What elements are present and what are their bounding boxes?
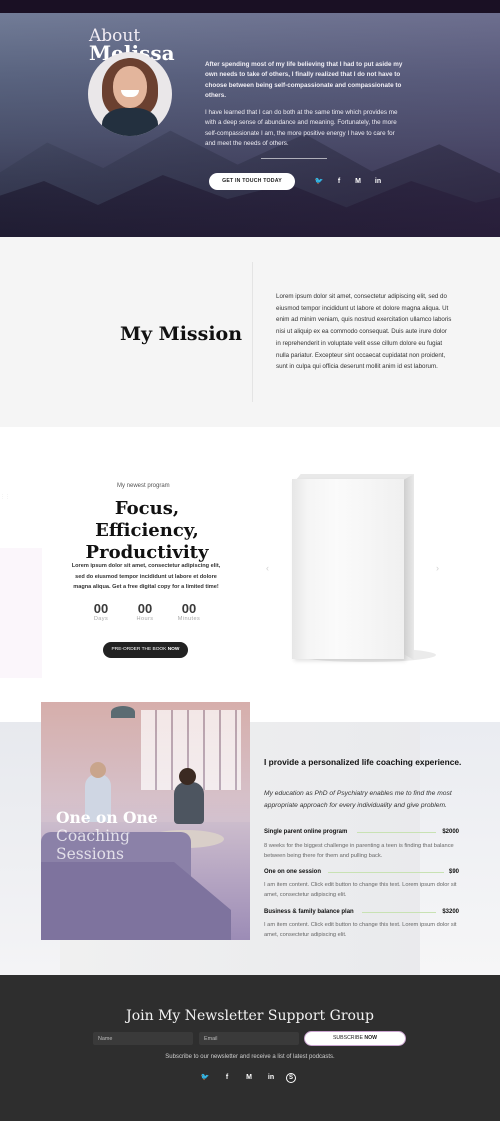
mission-divider xyxy=(252,262,253,402)
countdown-minutes-value: 00 xyxy=(181,601,197,616)
countdown-hours-label: Hours xyxy=(136,616,154,622)
countdown-days-label: Days xyxy=(93,616,109,622)
facebook-icon[interactable]: f xyxy=(220,1073,234,1083)
linkedin-icon[interactable]: in xyxy=(372,177,384,187)
service-leader-line xyxy=(362,912,436,913)
service-description: I am item content. Click edit button to … xyxy=(264,922,457,938)
newsletter-email-input[interactable] xyxy=(199,1032,299,1045)
hero-divider xyxy=(261,158,327,159)
newsletter-title: Join My Newsletter Support Group xyxy=(126,1008,374,1024)
service-price: $2000 xyxy=(442,829,459,835)
linkedin-icon[interactable]: in xyxy=(264,1073,278,1083)
countdown-minutes-label: Minutes xyxy=(177,616,201,622)
service-name: One on one session xyxy=(264,869,322,875)
twitter-icon[interactable]: 🐦 xyxy=(313,177,325,187)
service-leader-line xyxy=(357,832,436,833)
service-price: $90 xyxy=(448,869,459,875)
preorder-button-emphasis: NOW xyxy=(167,647,180,652)
newsletter-section xyxy=(0,975,500,1121)
photo-person-1-head xyxy=(90,762,106,778)
coaching-heading: I provide a personalized life coaching e… xyxy=(264,757,462,767)
subscribe-button-emphasis: NOW xyxy=(364,1035,378,1041)
newsletter-note: Subscribe to our newsletter and receive … xyxy=(165,1054,335,1060)
preorder-button-label: PRE-ORDER THE BOOK xyxy=(111,647,167,652)
countdown-days-value: 00 xyxy=(93,601,109,616)
book-eyebrow: My newest program xyxy=(117,483,170,489)
slider-prev-arrow-icon[interactable]: ‹ xyxy=(266,563,269,573)
dots-decoration: ⋮⋮ xyxy=(0,494,10,500)
top-bar xyxy=(0,0,500,13)
avatar-face xyxy=(113,66,147,108)
hero-paragraph-1: After spending most of my life believing… xyxy=(205,61,403,100)
book-title: Focus, Efficiency, Productivity xyxy=(85,498,209,563)
book-description: Lorem ipsum dolor sit amet, consectetur … xyxy=(71,563,221,590)
get-in-touch-button[interactable]: GET IN TOUCH TODAY xyxy=(209,173,295,190)
coaching-intro: My education as PhD of Psychiatry enable… xyxy=(264,790,452,809)
photo-sofa-seat xyxy=(41,862,231,940)
countdown-hours-value: 00 xyxy=(137,601,153,616)
coaching-title-bold: One on One xyxy=(56,808,158,827)
subscribe-button-label: SUBSCRIBE xyxy=(332,1035,363,1041)
avatar-body xyxy=(102,108,158,136)
skype-icon[interactable]: S xyxy=(286,1073,296,1083)
service-price: $3200 xyxy=(442,909,459,915)
service-name: Single parent online program xyxy=(264,829,348,835)
facebook-icon[interactable]: f xyxy=(333,177,345,187)
mission-title: My Mission xyxy=(120,323,243,345)
decorative-panel xyxy=(0,548,42,678)
book-spine xyxy=(404,474,414,660)
book-cover-image xyxy=(292,479,404,659)
medium-icon[interactable]: M xyxy=(242,1073,256,1083)
newsletter-name-input[interactable] xyxy=(93,1032,193,1045)
photo-person-2-head xyxy=(179,768,196,785)
service-name: Business & family balance plan xyxy=(264,909,354,915)
slider-next-arrow-icon[interactable]: › xyxy=(436,563,439,573)
author-avatar xyxy=(88,52,172,136)
twitter-icon[interactable]: 🐦 xyxy=(198,1073,212,1083)
service-description: I am item content. Click edit button to … xyxy=(264,882,457,898)
coaching-title-light: Coaching xyxy=(56,827,130,845)
service-description: 8 weeks for the biggest challenge in par… xyxy=(264,843,454,859)
photo-lamp xyxy=(111,706,135,718)
service-leader-line xyxy=(328,872,444,873)
medium-icon[interactable]: M xyxy=(352,177,364,187)
coaching-title: One on One Coaching Sessions xyxy=(56,808,226,864)
mission-text: Lorem ipsum dolor sit amet, consectetur … xyxy=(276,293,452,371)
hero-paragraph-2: I have learned that I can do both at the… xyxy=(205,109,398,148)
coaching-title-line2: Sessions xyxy=(56,845,124,863)
subscribe-button[interactable]: SUBSCRIBE NOW xyxy=(304,1031,406,1046)
preorder-button[interactable]: PRE-ORDER THE BOOK NOW xyxy=(103,642,188,658)
